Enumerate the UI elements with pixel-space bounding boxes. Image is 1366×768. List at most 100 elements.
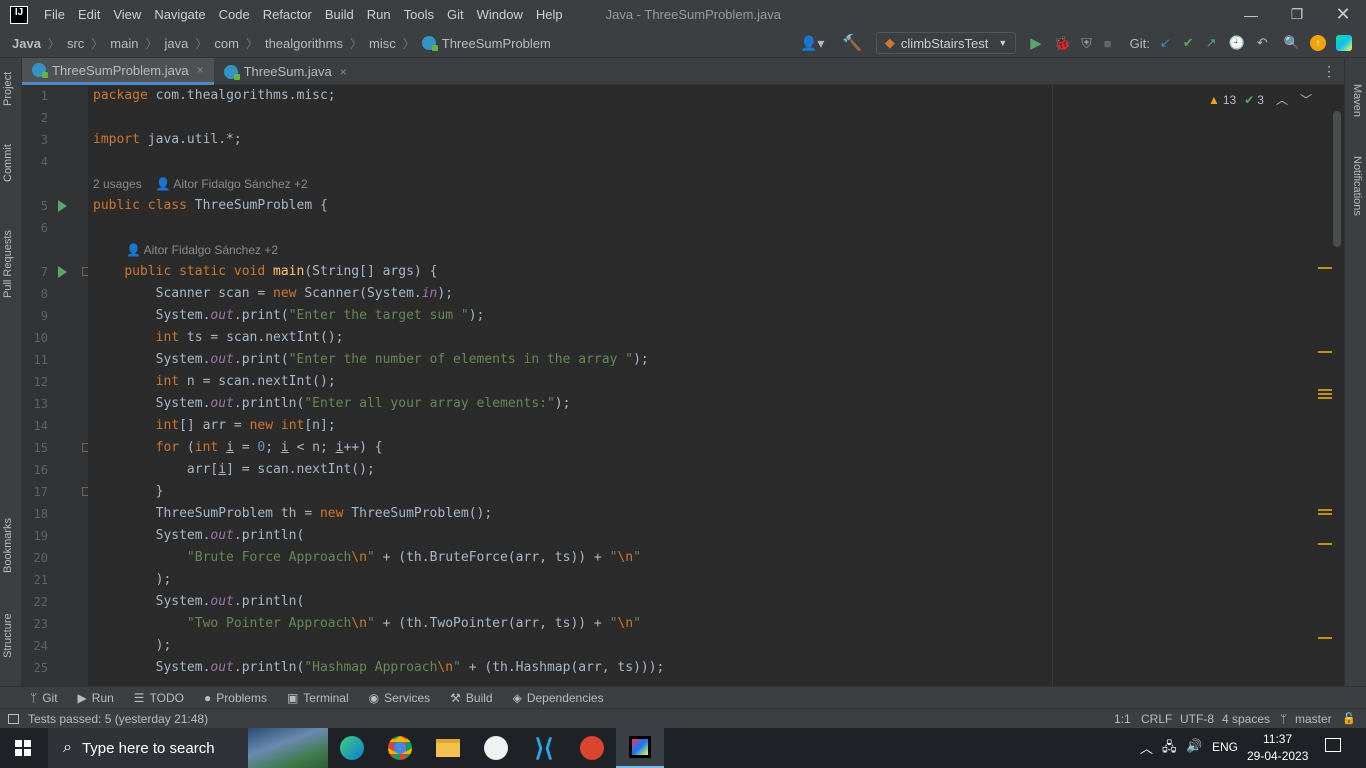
git-update-icon[interactable]: ↙ <box>1160 35 1171 51</box>
restore-icon[interactable]: ❐ <box>1274 0 1320 29</box>
menu-run[interactable]: Run <box>367 7 391 22</box>
tool-git[interactable]: ᛘ Git <box>30 691 58 705</box>
taskbar-search-box[interactable]: ⌕ Type here to search <box>48 728 328 768</box>
menu-edit[interactable]: Edit <box>78 7 100 22</box>
close-icon[interactable]: × <box>340 65 347 79</box>
tool-terminal[interactable]: ▣ Terminal <box>287 691 349 705</box>
warning-stripe-marker[interactable] <box>1318 509 1332 511</box>
lock-icon[interactable]: 🔓 <box>1342 712 1356 725</box>
breadcrumb-java[interactable]: Java <box>12 36 41 51</box>
menu-view[interactable]: View <box>113 7 141 22</box>
code-line[interactable]: ThreeSumProblem th = new ThreeSumProblem… <box>93 503 493 525</box>
postman-icon[interactable] <box>568 728 616 768</box>
code-line[interactable]: System.out.println( <box>93 525 305 547</box>
code-line[interactable]: } <box>93 481 164 503</box>
warning-stripe-marker[interactable] <box>1318 393 1332 395</box>
notification-center-icon[interactable] <box>1325 738 1341 752</box>
menu-file[interactable]: File <box>44 7 65 22</box>
language-indicator[interactable]: ENG <box>1212 740 1238 754</box>
code-line[interactable]: public class ThreeSumProblem { <box>93 195 328 217</box>
menu-window[interactable]: Window <box>477 7 523 22</box>
warning-stripe-marker[interactable] <box>1318 513 1332 515</box>
tab-threesum[interactable]: ThreeSum.java × <box>214 58 357 85</box>
menu-help[interactable]: Help <box>536 7 563 22</box>
more-options-icon[interactable]: ⋮ <box>1322 63 1336 80</box>
tray-chevron-icon[interactable]: ︿ <box>1140 738 1153 757</box>
warning-stripe-marker[interactable] <box>1318 637 1332 639</box>
status-message[interactable]: Tests passed: 5 (yesterday 21:48) <box>28 712 208 726</box>
breadcrumb-misc[interactable]: misc <box>369 36 396 51</box>
tool-run[interactable]: ▶ Run <box>78 691 114 705</box>
menu-tools[interactable]: Tools <box>404 7 434 22</box>
git-push-icon[interactable]: ↗ <box>1206 35 1217 51</box>
code-line[interactable]: ); <box>93 569 172 591</box>
warning-stripe-marker[interactable] <box>1318 267 1332 269</box>
indent-setting[interactable]: 4 spaces <box>1222 712 1270 726</box>
code-line[interactable]: "Brute Force Approach\n" + (th.BruteForc… <box>93 547 641 569</box>
clock-time[interactable]: 11:37 <box>1263 732 1292 746</box>
code-line[interactable]: System.out.println("Hashmap Approach\n" … <box>93 657 665 679</box>
code-line[interactable]: Scanner scan = new Scanner(System.in); <box>93 283 453 305</box>
code-line[interactable]: System.out.println("Enter all your array… <box>93 393 571 415</box>
chevron-down-icon[interactable]: ﹀ <box>1300 91 1312 108</box>
close-icon[interactable]: × <box>197 63 204 77</box>
usages-hint[interactable]: 2 usages 👤 Aitor Fidalgo Sánchez +2 <box>93 173 308 195</box>
run-icon[interactable]: ▶ <box>1030 34 1042 52</box>
line-separator[interactable]: CRLF <box>1141 712 1172 726</box>
tool-project[interactable]: Project <box>2 72 14 106</box>
tool-maven[interactable]: Maven <box>1351 84 1363 117</box>
code-editor[interactable]: ▲ 13 ✔ 3 ︿ ﹀ package com.thealgorithms.m… <box>88 85 1344 686</box>
author-hint[interactable]: 👤 Aitor Fidalgo Sánchez +2 <box>126 239 278 261</box>
tool-structure[interactable]: Structure <box>2 613 14 658</box>
coverage-icon[interactable]: ⛨ <box>1081 35 1092 52</box>
file-encoding[interactable]: UTF-8 <box>1180 712 1214 726</box>
warning-stripe-marker[interactable] <box>1318 351 1332 353</box>
code-line[interactable]: "Two Pointer Approach\n" + (th.TwoPointe… <box>93 613 641 635</box>
debug-icon[interactable]: 🐞 <box>1054 35 1071 52</box>
rollback-icon[interactable]: ↶ <box>1257 35 1268 51</box>
code-line[interactable]: ); <box>93 635 172 657</box>
vscode-icon[interactable]: ⟩⟨ <box>520 728 568 768</box>
code-line[interactable]: package com.thealgorithms.misc; <box>93 85 336 107</box>
usages-count[interactable]: 2 usages <box>93 177 142 191</box>
code-line[interactable]: System.out.println( <box>93 591 305 613</box>
author-hint[interactable]: 👤 Aitor Fidalgo Sánchez +2 <box>156 177 308 191</box>
tool-services[interactable]: ◉ Services <box>369 691 431 705</box>
edge-icon[interactable] <box>328 728 376 768</box>
clock-date[interactable]: 29-04-2023 <box>1247 749 1308 763</box>
warning-stripe-marker[interactable] <box>1318 543 1332 545</box>
menu-git[interactable]: Git <box>447 7 464 22</box>
tool-pull-requests[interactable]: Pull Requests <box>2 230 14 298</box>
menu-code[interactable]: Code <box>219 7 250 22</box>
warning-stripe-marker[interactable] <box>1318 397 1332 399</box>
volume-icon[interactable]: 🔊 <box>1186 738 1202 754</box>
status-panel-icon[interactable] <box>8 713 19 724</box>
search-icon[interactable]: 🔍 <box>1284 35 1300 51</box>
update-icon[interactable]: ↑ <box>1309 35 1326 51</box>
tool-dependencies[interactable]: ◈ Dependencies <box>513 691 604 705</box>
code-line[interactable]: for (int i = 0; i < n; i++) { <box>93 437 383 459</box>
breadcrumb-com[interactable]: com <box>214 36 239 51</box>
run-gutter-icon[interactable] <box>58 200 67 212</box>
caret-position[interactable]: 1:1 <box>1114 712 1131 726</box>
breadcrumb-src[interactable]: src <box>67 36 84 51</box>
network-icon[interactable]: 🖧 <box>1162 738 1177 760</box>
tool-build[interactable]: ⚒ Build <box>450 691 492 705</box>
stop-icon[interactable]: ■ <box>1104 36 1112 51</box>
vertical-scrollbar[interactable] <box>1333 111 1341 247</box>
tool-todo[interactable]: ☰ TODO <box>134 691 184 705</box>
tool-notifications[interactable]: Notifications <box>1351 156 1363 216</box>
toolbox-icon[interactable] <box>1335 35 1352 51</box>
minimize-icon[interactable]: — <box>1228 0 1274 29</box>
history-icon[interactable]: 🕘 <box>1229 35 1245 51</box>
intellij-icon[interactable] <box>616 728 664 768</box>
code-line[interactable]: int[] arr = new int[n]; <box>93 415 336 437</box>
tool-commit[interactable]: Commit <box>2 144 14 182</box>
windows-start-icon[interactable] <box>15 740 31 756</box>
run-gutter-icon[interactable] <box>58 266 67 278</box>
close-window-icon[interactable]: ✕ <box>1320 0 1366 29</box>
chrome-icon[interactable] <box>376 728 424 768</box>
code-line[interactable]: public static void main(String[] args) { <box>93 261 437 283</box>
code-line[interactable]: System.out.print("Enter the number of el… <box>93 349 649 371</box>
code-line[interactable]: int n = scan.nextInt(); <box>93 371 336 393</box>
